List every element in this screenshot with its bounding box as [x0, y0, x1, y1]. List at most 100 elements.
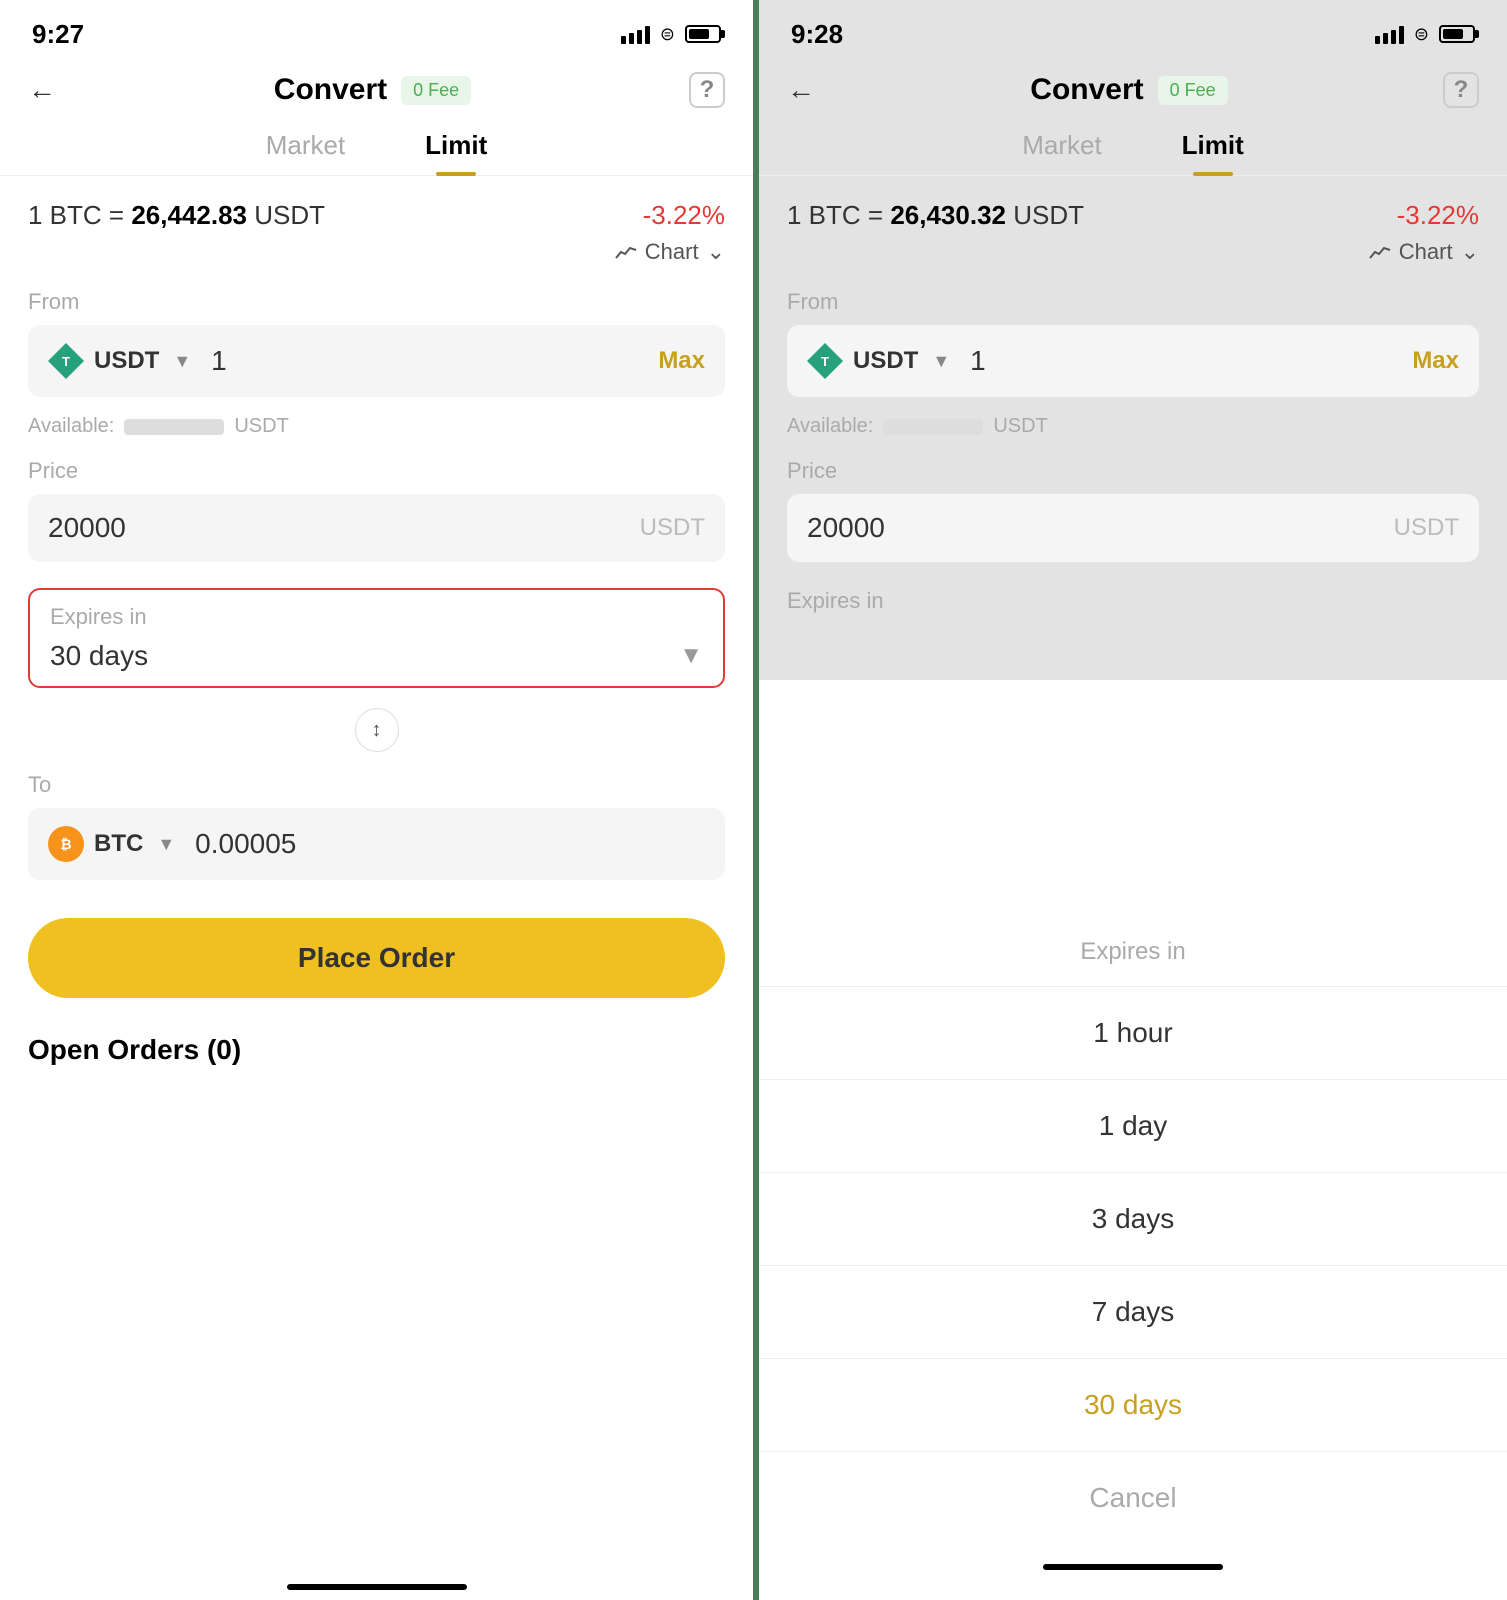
- price-label-right: Price: [787, 458, 1479, 484]
- chart-link-right[interactable]: Chart ⌄: [1369, 239, 1479, 265]
- chart-row-left: Chart ⌄: [0, 239, 753, 281]
- tab-market-left[interactable]: Market: [266, 130, 345, 175]
- to-input-row-left: ₿ BTC ▼ 0.00005: [28, 808, 725, 880]
- dropdown-item-1day[interactable]: 1 day: [759, 1080, 1507, 1173]
- expires-dropdown-sheet: Expires in 1 hour 1 day 3 days 7 days 30…: [759, 908, 1507, 1600]
- expires-section-left: Expires in 30 days ▼: [0, 580, 753, 696]
- fee-badge-left: 0 Fee: [401, 76, 471, 105]
- price-label-left: Price: [28, 458, 725, 484]
- from-input-value-left[interactable]: 1: [191, 345, 658, 377]
- dropdown-item-30days[interactable]: 30 days: [759, 1359, 1507, 1452]
- price-value-left[interactable]: 20000: [48, 512, 640, 544]
- status-time-left: 9:27: [32, 19, 84, 50]
- dropdown-header: Expires in: [759, 908, 1507, 987]
- battery-icon-right: [1439, 25, 1475, 43]
- wifi-icon: ⊜: [660, 24, 675, 45]
- available-blur-left: [124, 419, 224, 435]
- tabs-right: Market Limit: [759, 120, 1507, 176]
- price-unit-left: USDT: [640, 514, 705, 542]
- help-icon-right[interactable]: ?: [1443, 72, 1479, 108]
- expires-chevron-left: ▼: [679, 642, 703, 670]
- price-value-right[interactable]: 20000: [807, 512, 1394, 544]
- rate-row-right: 1 BTC = 26,430.32 USDT -3.22%: [759, 176, 1507, 239]
- battery-icon: [685, 25, 721, 43]
- back-button-right[interactable]: ←: [787, 74, 815, 106]
- from-section-right: From T USDT ▼ 1 Max: [759, 281, 1507, 415]
- to-currency-select-left[interactable]: ₿ BTC ▼: [48, 826, 175, 862]
- dropdown-item-1hour[interactable]: 1 hour: [759, 987, 1507, 1080]
- from-section-left: From T USDT ▼ 1 Max: [0, 281, 753, 415]
- usdt-icon-left: T: [48, 343, 84, 379]
- btc-icon-left: ₿: [48, 826, 84, 862]
- open-orders-section-left: Open Orders (0): [0, 1018, 753, 1082]
- wifi-icon-right: ⊜: [1414, 24, 1429, 45]
- home-indicator-right: [759, 1544, 1507, 1580]
- swap-icon-left: ↕: [372, 719, 382, 742]
- dropdown-item-7days[interactable]: 7 days: [759, 1266, 1507, 1359]
- expires-value-row-left: 30 days ▼: [50, 640, 703, 672]
- from-input-value-right[interactable]: 1: [950, 345, 1412, 377]
- price-section-right: Price 20000 USDT: [759, 450, 1507, 580]
- tab-limit-left[interactable]: Limit: [425, 130, 487, 175]
- place-order-button-left[interactable]: Place Order: [28, 918, 725, 998]
- expires-label-right: Expires in: [787, 588, 1479, 614]
- signal-icon: [621, 24, 650, 44]
- expires-label-left: Expires in: [50, 604, 703, 630]
- signal-icon-right: [1375, 24, 1404, 44]
- chevron-down-icon-right: ⌄: [1461, 239, 1479, 265]
- from-currency-select-right[interactable]: T USDT ▼: [807, 343, 950, 379]
- back-button-left[interactable]: ←: [28, 74, 56, 106]
- nav-bar-left: ← Convert 0 Fee ?: [0, 60, 753, 120]
- available-text-left: Available: USDT: [0, 415, 753, 450]
- nav-title-left: Convert: [274, 73, 387, 107]
- from-input-row-left: T USDT ▼ 1 Max: [28, 325, 725, 397]
- rate-prefix-right: 1 BTC =: [787, 200, 883, 230]
- to-currency-name-left: BTC: [94, 830, 143, 858]
- rate-change-right: -3.22%: [1397, 200, 1479, 231]
- from-currency-chevron-left: ▼: [173, 351, 191, 372]
- nav-title-right: Convert: [1030, 73, 1143, 107]
- status-bar-left: 9:27 ⊜: [0, 0, 753, 60]
- open-orders-title-left: Open Orders (0): [28, 1034, 241, 1065]
- from-label-right: From: [787, 289, 1479, 315]
- to-section-left: To ₿ BTC ▼ 0.00005: [0, 764, 753, 898]
- max-button-right[interactable]: Max: [1412, 347, 1459, 375]
- expires-box-left[interactable]: Expires in 30 days ▼: [28, 588, 725, 688]
- to-input-value-left[interactable]: 0.00005: [175, 828, 705, 860]
- to-label-left: To: [28, 772, 725, 798]
- tab-market-right[interactable]: Market: [1022, 130, 1101, 175]
- nav-title-area-right: Convert 0 Fee: [1030, 73, 1227, 107]
- help-icon-left[interactable]: ?: [689, 72, 725, 108]
- swap-button-left[interactable]: ↕: [355, 708, 399, 752]
- price-input-row-right: 20000 USDT: [787, 494, 1479, 562]
- status-time-right: 9:28: [791, 19, 843, 50]
- price-unit-right: USDT: [1394, 514, 1459, 542]
- chart-mini-icon-right: [1369, 244, 1391, 260]
- status-icons-left: ⊜: [621, 24, 721, 45]
- chart-mini-icon-left: [615, 244, 637, 260]
- from-currency-name-left: USDT: [94, 347, 159, 375]
- nav-title-area-left: Convert 0 Fee: [274, 73, 471, 107]
- max-button-left[interactable]: Max: [658, 347, 705, 375]
- tab-limit-right[interactable]: Limit: [1182, 130, 1244, 175]
- place-order-section-left: Place Order: [0, 898, 753, 1018]
- expires-value-left: 30 days: [50, 640, 148, 672]
- status-icons-right: ⊜: [1375, 24, 1475, 45]
- rate-prefix-left: 1 BTC =: [28, 200, 124, 230]
- dropdown-item-cancel[interactable]: Cancel: [759, 1452, 1507, 1544]
- dropdown-item-3days[interactable]: 3 days: [759, 1173, 1507, 1266]
- from-currency-select-left[interactable]: T USDT ▼: [48, 343, 191, 379]
- chart-row-right: Chart ⌄: [759, 239, 1507, 281]
- from-label-left: From: [28, 289, 725, 315]
- fee-badge-right: 0 Fee: [1158, 76, 1228, 105]
- rate-unit-left: USDT: [254, 200, 325, 230]
- chevron-down-icon-left: ⌄: [707, 239, 725, 265]
- usdt-icon-right: T: [807, 343, 843, 379]
- rate-text-left: 1 BTC = 26,442.83 USDT: [28, 200, 325, 231]
- left-panel: 9:27 ⊜ ← Convert 0 Fee ? Market Limit: [0, 0, 753, 1600]
- price-input-row-left: 20000 USDT: [28, 494, 725, 562]
- rate-row-left: 1 BTC = 26,442.83 USDT -3.22%: [0, 176, 753, 239]
- chart-link-left[interactable]: Chart ⌄: [615, 239, 725, 265]
- home-indicator-left: [0, 1564, 753, 1600]
- status-bar-right: 9:28 ⊜: [759, 0, 1507, 60]
